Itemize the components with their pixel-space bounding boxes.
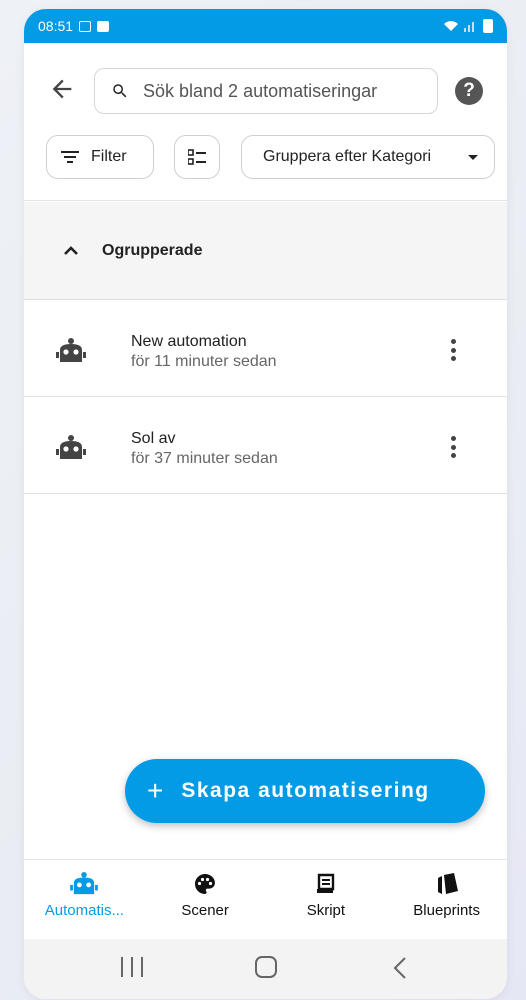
recents-icon[interactable] xyxy=(121,957,143,977)
status-time: 08:51 xyxy=(38,18,74,34)
script-icon xyxy=(316,873,335,893)
group-by-select[interactable]: Gruppera efter Kategori xyxy=(241,135,495,179)
plus-icon: + xyxy=(147,775,164,806)
signal-icon xyxy=(464,22,474,32)
dropdown-caret-icon xyxy=(468,154,478,160)
nav-item-scripts[interactable]: Skript xyxy=(266,860,387,939)
group-header-ungrouped[interactable]: Ogrupperade xyxy=(24,202,507,300)
robot-icon xyxy=(56,338,86,362)
blueprint-icon xyxy=(437,873,458,894)
selection-mode-button[interactable] xyxy=(174,135,220,179)
nav-label: Automatis... xyxy=(44,902,124,919)
robot-icon xyxy=(70,872,99,895)
automation-row[interactable]: Sol av för 37 minuter sedan xyxy=(24,398,507,494)
nav-item-blueprints[interactable]: Blueprints xyxy=(386,860,507,939)
wifi-icon xyxy=(444,21,458,31)
search-input[interactable] xyxy=(143,80,423,102)
system-navigation-bar xyxy=(24,939,507,999)
nav-label: Blueprints xyxy=(413,902,480,919)
checklist-icon xyxy=(188,149,206,165)
automation-last-triggered: för 37 minuter sedan xyxy=(131,450,278,467)
group-by-label: Gruppera efter Kategori xyxy=(263,148,432,165)
nav-item-automations[interactable]: Automatis... xyxy=(24,860,145,939)
filter-button[interactable]: Filter xyxy=(46,135,154,179)
filter-list-icon xyxy=(61,151,79,163)
automation-text: Sol av för 37 minuter sedan xyxy=(131,429,278,469)
nav-label: Scener xyxy=(181,902,229,919)
robot-icon xyxy=(56,435,86,459)
chevron-up-icon xyxy=(64,245,78,255)
more-vert-icon[interactable] xyxy=(445,434,461,460)
gallery-notification-icon xyxy=(79,20,92,32)
automation-last-triggered: för 11 minuter sedan xyxy=(131,353,277,370)
filter-label: Filter xyxy=(91,148,127,165)
filter-bar: Filter Gruppera efter Kategori xyxy=(24,135,507,201)
search-icon xyxy=(113,84,127,98)
system-back-icon[interactable] xyxy=(393,957,407,979)
create-automation-button[interactable]: + Skapa automatisering xyxy=(125,759,485,823)
back-arrow-icon[interactable] xyxy=(48,75,76,103)
facebook-notification-icon xyxy=(97,20,110,32)
help-icon[interactable]: ? xyxy=(455,77,483,105)
automation-text: New automation för 11 minuter sedan xyxy=(131,332,277,372)
automation-name: Sol av xyxy=(131,430,176,447)
battery-icon xyxy=(483,19,493,33)
nav-label: Skript xyxy=(306,902,346,919)
bottom-navigation: Automatis... Scener Skript Blueprints xyxy=(24,859,507,939)
nav-item-scenes[interactable]: Scener xyxy=(145,860,266,939)
home-icon[interactable] xyxy=(255,956,277,978)
automation-name: New automation xyxy=(131,333,247,350)
top-app-bar: ? xyxy=(24,43,507,135)
automation-row[interactable]: New automation för 11 minuter sedan xyxy=(24,301,507,397)
fab-label: Skapa automatisering xyxy=(181,779,430,802)
palette-icon xyxy=(195,874,216,894)
phone-screen: 08:51 ? Filter xyxy=(24,9,507,999)
search-field[interactable] xyxy=(94,68,438,114)
status-bar: 08:51 xyxy=(24,9,507,43)
group-label: Ogrupperade xyxy=(102,241,203,259)
more-vert-icon[interactable] xyxy=(445,337,461,363)
